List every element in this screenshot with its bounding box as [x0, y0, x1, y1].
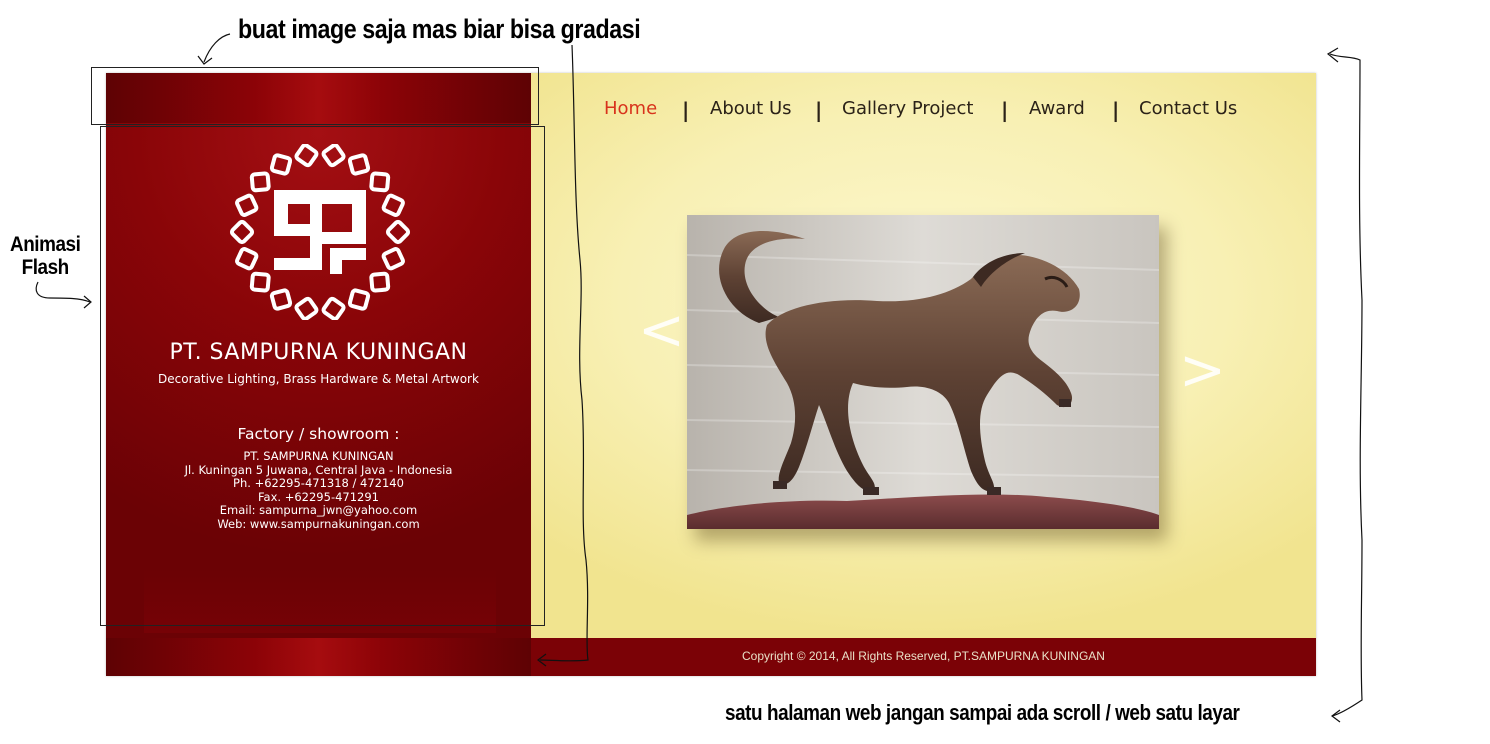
annotation-top-note: buat image saja mas biar bisa gradasi	[238, 14, 641, 44]
nav-separator: |	[682, 98, 690, 122]
nav-home[interactable]: Home	[604, 98, 657, 119]
chevron-right-icon[interactable]: >	[1179, 343, 1226, 399]
copyright-text: Copyright © 2014, All Rights Reserved, P…	[742, 649, 1105, 663]
nav-separator: |	[1001, 98, 1009, 122]
annotation-flash-line-1: Animasi	[10, 233, 81, 256]
footer-gradient-strip	[106, 638, 531, 676]
annotation-bottom-note: satu halaman web jangan sampai ada scrol…	[725, 700, 1240, 725]
nav-contact-us[interactable]: Contact Us	[1139, 98, 1237, 119]
chevron-left-icon[interactable]: <	[638, 303, 685, 359]
footer: Copyright © 2014, All Rights Reserved, P…	[531, 638, 1316, 676]
main-nav: Home | About Us | Gallery Project | Awar…	[531, 98, 1316, 128]
horse-sculpture-image	[687, 215, 1159, 529]
annotation-flash-box	[100, 126, 545, 626]
annotation-flash-note: Animasi Flash	[10, 233, 81, 279]
annotation-flash-line-2: Flash	[21, 256, 70, 279]
nav-gallery-project[interactable]: Gallery Project	[842, 98, 973, 119]
nav-award[interactable]: Award	[1029, 98, 1085, 119]
main-content-panel: Home | About Us | Gallery Project | Awar…	[531, 73, 1316, 638]
nav-about-us[interactable]: About Us	[710, 98, 792, 119]
nav-separator: |	[1112, 98, 1120, 122]
annotation-header-box	[91, 67, 539, 125]
slider-image	[687, 215, 1159, 529]
nav-separator: |	[815, 98, 823, 122]
